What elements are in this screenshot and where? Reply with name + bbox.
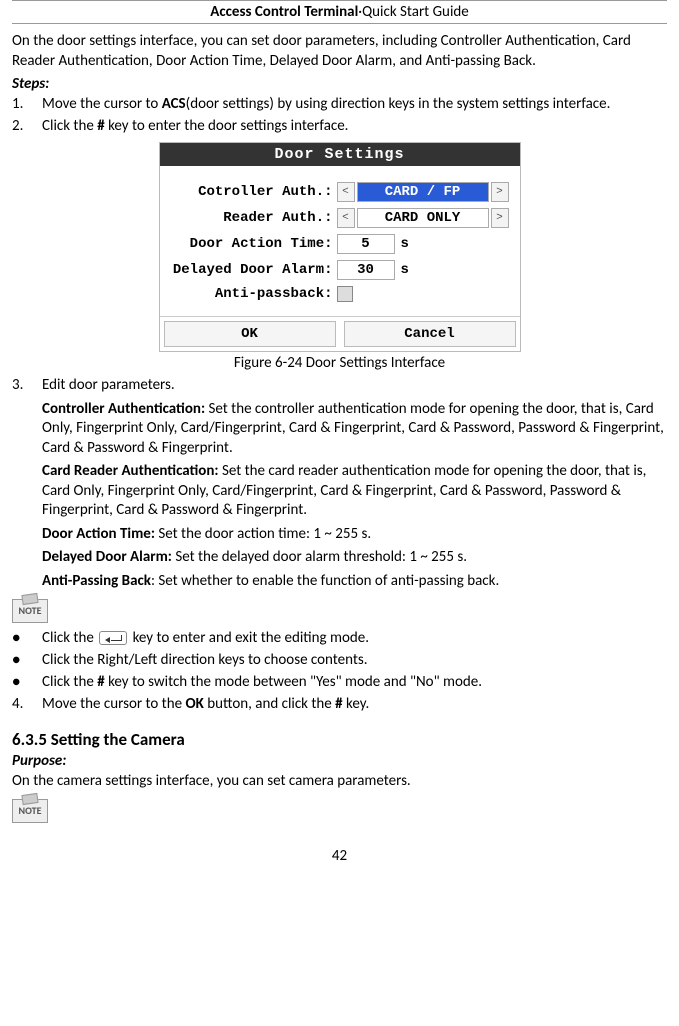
left-arrow-button[interactable]: <: [337, 182, 355, 202]
header-rest: Quick Start Guide: [362, 3, 469, 21]
delayed-alarm-label: Delayed Door Alarm:: [168, 262, 337, 278]
delayed-alarm-value[interactable]: 30: [337, 260, 395, 280]
controller-auth-value[interactable]: CARD / FP: [357, 182, 489, 202]
step-2-num: 2.: [12, 117, 42, 137]
note-icon: NOTE: [12, 599, 48, 623]
reader-auth-label: Reader Auth.:: [168, 210, 337, 226]
bullet-dot: ●: [12, 650, 42, 671]
bullet-dot: ●: [12, 672, 42, 693]
door-button-row: OK Cancel: [160, 316, 520, 351]
step-3-num: 3.: [12, 376, 42, 396]
def-delayed-alarm-b: Delayed Door Alarm:: [42, 548, 175, 566]
page-number: 42: [12, 847, 667, 865]
controller-auth-label: Cotroller Auth.:: [168, 184, 337, 200]
def-reader-auth-b: Card Reader Authentication:: [42, 462, 222, 480]
def-door-action-b: Door Action Time:: [42, 525, 158, 543]
door-action-time-row: Door Action Time: 5 s: [168, 234, 512, 254]
step-1-num: 1.: [12, 95, 42, 115]
intro-paragraph: On the door settings interface, you can …: [12, 32, 667, 71]
anti-passback-row: Anti-passback:: [168, 286, 512, 302]
step-4-body: Move the cursor to the OK button, and cl…: [42, 695, 667, 715]
def-door-action: Set the door action time: 1 ~ 255 s.: [158, 525, 371, 543]
anti-passback-checkbox[interactable]: [337, 286, 353, 302]
bullet-dot: ●: [12, 628, 42, 649]
steps-label: Steps:: [12, 75, 667, 93]
step-4-num: 4.: [12, 695, 42, 715]
bullet-2: ● Click the Right/Left direction keys to…: [12, 650, 667, 671]
enter-key-icon: [99, 631, 127, 645]
door-settings-figure: Door Settings Cotroller Auth.: < CARD / …: [12, 142, 667, 352]
figure-caption: Figure 6-24 Door Settings Interface: [12, 354, 667, 372]
def-anti-passback-b: Anti-Passing Back: [42, 572, 151, 590]
step-3: 3. Edit door parameters.: [12, 376, 667, 396]
right-arrow-button[interactable]: >: [491, 208, 509, 228]
bullet-3: ● Click the # key to switch the mode bet…: [12, 672, 667, 693]
def-controller-auth-b: Controller Authentication:: [42, 400, 208, 418]
def-delayed-alarm: Set the delayed door alarm threshold: 1 …: [175, 548, 467, 566]
door-action-time-value[interactable]: 5: [337, 234, 395, 254]
anti-passback-label: Anti-passback:: [168, 286, 337, 302]
header-bold: Access Control Terminal: [210, 3, 358, 21]
note-icon: NOTE: [12, 799, 48, 823]
camera-purpose-text: On the camera settings interface, you ca…: [12, 772, 667, 792]
section-heading: 6.3.5 Setting the Camera: [12, 729, 667, 750]
step-2: 2. Click the # key to enter the door set…: [12, 117, 667, 137]
delayed-alarm-row: Delayed Door Alarm: 30 s: [168, 260, 512, 280]
purpose-label: Purpose:: [12, 752, 667, 770]
door-settings-panel: Door Settings Cotroller Auth.: < CARD / …: [159, 142, 521, 352]
controller-auth-row: Cotroller Auth.: < CARD / FP >: [168, 182, 512, 202]
step-1: 1. Move the cursor to ACS(door settings)…: [12, 95, 667, 115]
door-action-time-label: Door Action Time:: [168, 236, 337, 252]
definitions-block: Controller Authentication: Set the contr…: [42, 400, 667, 592]
door-action-time-unit: s: [401, 236, 409, 252]
ok-button[interactable]: OK: [164, 321, 336, 347]
delayed-alarm-unit: s: [401, 262, 409, 278]
bullet-1: ● Click the key to enter and exit the ed…: [12, 628, 667, 649]
step-4: 4. Move the cursor to the OK button, and…: [12, 695, 667, 715]
right-arrow-button[interactable]: >: [491, 182, 509, 202]
def-anti-passback: : Set whether to enable the function of …: [151, 572, 499, 590]
cancel-button[interactable]: Cancel: [344, 321, 516, 347]
step-1-body: Move the cursor to ACS(door settings) by…: [42, 95, 667, 115]
page-header: Access Control Terminal·Quick Start Guid…: [12, 0, 667, 24]
step-2-body: Click the # key to enter the door settin…: [42, 117, 667, 137]
left-arrow-button[interactable]: <: [337, 208, 355, 228]
step-3-body: Edit door parameters.: [42, 376, 667, 396]
reader-auth-row: Reader Auth.: < CARD ONLY >: [168, 208, 512, 228]
reader-auth-value[interactable]: CARD ONLY: [357, 208, 489, 228]
door-panel-title: Door Settings: [160, 143, 520, 166]
